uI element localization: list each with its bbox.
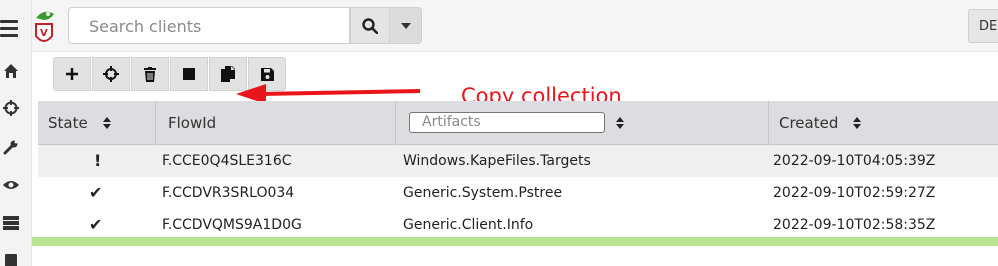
hunt-button[interactable] (92, 57, 130, 91)
svg-text:V: V (40, 28, 48, 39)
caret-down-icon (400, 22, 411, 29)
stop-button[interactable] (170, 57, 208, 91)
created-header-label: Created (779, 114, 839, 132)
created-cell: 2022-09-10T04:05:39Z (773, 153, 936, 169)
table-header: State FlowId Artifacts Created (38, 101, 998, 145)
state-complete-icon: ✔ (89, 183, 103, 202)
search-dropdown-button[interactable] (389, 7, 422, 44)
search-icon (362, 17, 378, 34)
home-icon[interactable] (0, 60, 22, 82)
delete-button[interactable] (131, 57, 169, 91)
state-column-header[interactable]: State (48, 101, 111, 145)
artifacts-filter-input[interactable]: Artifacts (409, 112, 605, 133)
app-root: V Search clients DE Copy collection Stat… (0, 0, 998, 266)
wrench-icon[interactable] (0, 136, 22, 158)
flowid-cell[interactable]: F.CCDVR3SRLO034 (162, 185, 294, 201)
flowid-cell[interactable]: F.CCE0Q4SLE316C (162, 153, 292, 169)
artifacts-cell: Generic.Client.Info (403, 217, 534, 233)
crosshair-nav-icon[interactable] (0, 97, 22, 119)
hamburger-menu-icon[interactable] (0, 20, 18, 38)
sort-icon[interactable] (853, 117, 862, 129)
artifacts-cell: Windows.KapeFiles.Targets (403, 153, 591, 169)
trash-icon (144, 66, 156, 82)
crosshair-icon (103, 66, 119, 82)
table-row[interactable]: ✔ F.CCDVR3SRLO034 Generic.System.Pstree … (38, 177, 998, 209)
server-icon[interactable] (0, 212, 22, 234)
selected-row-highlight (32, 237, 998, 246)
artifacts-cell: Generic.System.Pstree (403, 185, 563, 201)
flowid-header-label: FlowId (168, 114, 217, 132)
flows-table: State FlowId Artifacts Created ! F.CCE0Q… (38, 101, 998, 241)
left-nav (0, 0, 32, 266)
sort-icon[interactable] (102, 117, 111, 129)
stop-icon (183, 68, 195, 80)
book-icon[interactable] (0, 250, 22, 266)
flowid-cell[interactable]: F.CCDVQMS9A1D0G (162, 217, 302, 233)
state-error-icon: ! (94, 151, 102, 170)
search-button[interactable] (350, 7, 390, 44)
top-bar: V Search clients DE (32, 0, 998, 52)
state-header-label: State (48, 114, 88, 132)
created-column-header[interactable]: Created (779, 101, 862, 145)
eye-icon[interactable] (0, 174, 22, 196)
plus-icon (66, 68, 78, 80)
created-cell: 2022-09-10T02:59:27Z (773, 185, 936, 201)
sort-icon[interactable] (616, 117, 624, 129)
user-menu-button[interactable]: DE (968, 9, 998, 43)
new-collection-button[interactable] (53, 57, 91, 91)
search-input[interactable]: Search clients (68, 7, 350, 44)
created-cell: 2022-09-10T02:58:35Z (773, 217, 936, 233)
velociraptor-logo-icon[interactable]: V (32, 6, 56, 46)
state-complete-icon: ✔ (89, 215, 103, 234)
table-row[interactable]: ! F.CCE0Q4SLE316C Windows.KapeFiles.Targ… (38, 145, 998, 177)
flowid-column-header[interactable]: FlowId (168, 101, 216, 145)
